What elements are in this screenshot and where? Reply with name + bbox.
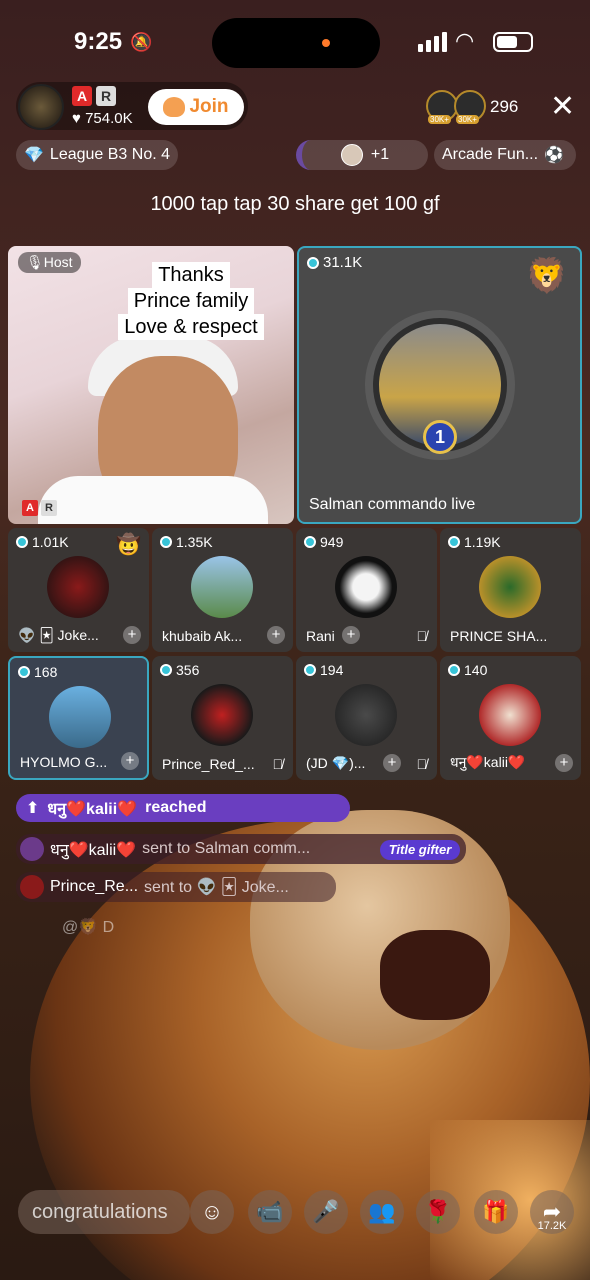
mic-muted-icon: 🎙̸ xyxy=(416,628,428,644)
guest-tile[interactable]: 140 धनु❤️kalii❤️ + xyxy=(440,656,581,780)
title-gifter-badge: Title gifter xyxy=(380,840,460,860)
guest-tile[interactable]: 949 Rani + 🎙̸ xyxy=(296,528,437,652)
bell-muted-icon: 🔕 xyxy=(130,32,153,52)
host-caption: Thanks Prince family Love & respect xyxy=(102,262,280,340)
host-avatar[interactable] xyxy=(18,84,64,130)
league-pill[interactable]: 💎 League B3 No. 4 xyxy=(16,140,178,170)
guest-video-tile[interactable]: 31.1K 🦁 1 Salman commando live xyxy=(297,246,582,524)
chat-reached-message: ⬆ धनु❤️kalii❤️ reached xyxy=(16,794,350,822)
signal-icon xyxy=(418,32,447,52)
guest-avatar[interactable] xyxy=(47,556,109,618)
rose-gift-icon[interactable]: 🌹 xyxy=(416,1190,460,1234)
wifi-icon: ◠ xyxy=(455,28,475,53)
chat-mention: @🦁 D xyxy=(62,919,115,936)
arrow-up-icon: ⬆ xyxy=(26,800,40,817)
arcade-pill[interactable]: Arcade Fun... ⚽ xyxy=(434,140,576,170)
likes-count: ♥ 754.0K xyxy=(72,110,133,127)
lion-icon: 🦁 xyxy=(525,257,568,295)
announcement-text: 1000 tap tap 30 share get 100 gf xyxy=(150,193,440,215)
add-icon[interactable]: + xyxy=(555,754,573,772)
battery-icon xyxy=(493,32,533,52)
rank-badge: 1 xyxy=(423,420,457,454)
guest-tile[interactable]: 356 Prince_Red_... 🎙̸ xyxy=(152,656,293,780)
tag-r-icon: R xyxy=(96,86,116,106)
join-button[interactable]: Join xyxy=(148,89,244,125)
gift-icon[interactable]: 🎁 xyxy=(474,1190,518,1234)
add-icon[interactable]: + xyxy=(383,754,401,772)
guest-avatar[interactable] xyxy=(191,684,253,746)
add-icon[interactable]: + xyxy=(121,752,139,770)
guest-name: Salman commando live xyxy=(309,496,476,513)
guest-avatar[interactable] xyxy=(335,556,397,618)
close-icon[interactable]: ✕ xyxy=(550,92,575,122)
chat-avatar[interactable] xyxy=(20,875,44,899)
co-host-avatar xyxy=(340,144,363,166)
comment-input[interactable]: congratulations xyxy=(18,1190,190,1234)
guest-tile[interactable]: 168 HYOLMO G... + xyxy=(8,656,149,780)
ball-icon: ⚽ xyxy=(544,147,564,164)
microphone-icon[interactable]: 🎤 xyxy=(304,1190,348,1234)
guest-avatar[interactable] xyxy=(49,686,111,748)
guest-avatar[interactable] xyxy=(479,556,541,618)
dynamic-island xyxy=(212,18,380,68)
diamond-icon: 💎 xyxy=(24,147,44,164)
viewer-avatar[interactable]: 30K+ xyxy=(454,90,486,124)
tag-a-icon: A xyxy=(72,86,92,106)
guest-avatar[interactable] xyxy=(191,556,253,618)
guest-avatar[interactable] xyxy=(335,684,397,746)
guest-tile[interactable]: 1.01K 🤠 👽 🃏 Joke... + xyxy=(8,528,149,652)
co-host-pill[interactable]: +1 xyxy=(296,140,428,170)
emoji-icon[interactable]: ☺ xyxy=(190,1190,234,1234)
mic-muted-icon: 🎙̸ xyxy=(416,756,428,772)
host-badge: 🎙Host xyxy=(18,252,81,273)
add-icon[interactable]: + xyxy=(267,626,285,644)
share-icon[interactable]: ➦ 17.2K xyxy=(530,1190,574,1234)
add-icon[interactable]: + xyxy=(123,626,141,644)
hat-icon: 🤠 xyxy=(116,534,141,556)
guests-icon[interactable]: 👥 xyxy=(360,1190,404,1234)
host-tags: AR xyxy=(22,500,57,516)
score-badge: 31.1K xyxy=(307,254,362,271)
camera-off-icon[interactable]: 📹 xyxy=(248,1190,292,1234)
chat-gift-message: Prince_Re... sent to 👽 🃏 Joke... xyxy=(16,872,336,902)
bottom-bar: congratulations ☺ 📹 🎤 👥 🌹 🎁 ➦ 17.2K xyxy=(0,1184,590,1240)
guest-tile[interactable]: 1.35K khubaib Ak... + xyxy=(152,528,293,652)
add-icon[interactable]: + xyxy=(342,626,360,644)
guest-tile[interactable]: 1.19K PRINCE SHA... xyxy=(440,528,581,652)
status-bar: 9:25 🔕 ◠ xyxy=(0,0,590,80)
top-viewers[interactable]: 30K+ 30K+ xyxy=(426,90,486,124)
guest-avatar[interactable] xyxy=(479,684,541,746)
mic-muted-icon: 🎙̸ xyxy=(272,756,284,772)
join-heart-icon xyxy=(163,97,186,117)
guest-tile[interactable]: 194 (JD 💎)... + 🎙̸ xyxy=(296,656,437,780)
chat-avatar[interactable] xyxy=(20,837,44,861)
host-video-tile[interactable]: 🎙Host Thanks Prince family Love & respec… xyxy=(8,246,294,524)
clock: 9:25 xyxy=(74,28,123,55)
viewer-count[interactable]: 296 xyxy=(490,97,518,117)
